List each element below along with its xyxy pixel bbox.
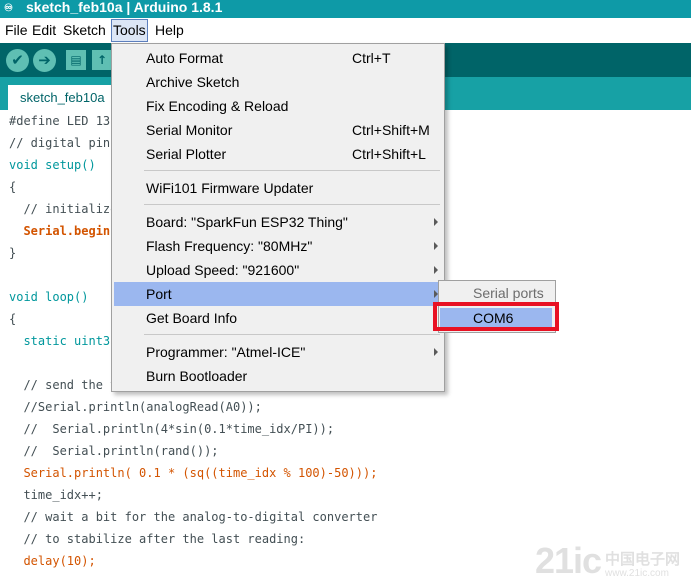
menu-item-flash-frequency[interactable]: Flash Frequency: "80MHz" [114, 234, 442, 258]
shortcut-label: Ctrl+Shift+L [352, 146, 426, 162]
serial-ports-header: Serial ports [473, 285, 544, 301]
title-bar: ♾ sketch_feb10a | Arduino 1.8.1 [0, 0, 691, 18]
code-line: // send the v [9, 378, 118, 392]
menu-item-archive-sketch[interactable]: Archive Sketch [114, 70, 442, 94]
submenu-arrow-icon [434, 242, 438, 250]
watermark-logo: 21ic 中国电子网 www.21ic.com [535, 540, 685, 585]
menu-separator [144, 170, 440, 171]
menu-item-fix-encoding[interactable]: Fix Encoding & Reload [114, 94, 442, 118]
menu-item-burn-bootloader[interactable]: Burn Bootloader [114, 364, 442, 388]
arrow-up-icon: ↑ [96, 53, 108, 67]
menu-item-wifi101-updater[interactable]: WiFi101 Firmware Updater [114, 176, 442, 200]
menu-item-programmer[interactable]: Programmer: "Atmel-ICE" [114, 340, 442, 364]
menu-separator [144, 204, 440, 205]
menu-sketch[interactable]: Sketch [63, 22, 106, 38]
menu-item-serial-monitor[interactable]: Serial Monitor Ctrl+Shift+M [114, 118, 442, 142]
menu-item-upload-speed[interactable]: Upload Speed: "921600" [114, 258, 442, 282]
watermark-big-text: 21ic [535, 540, 602, 581]
menu-edit[interactable]: Edit [32, 22, 56, 38]
tab-sketch[interactable]: sketch_feb10a [8, 85, 112, 110]
upload-button[interactable]: ➔ [33, 49, 56, 72]
submenu-arrow-icon [434, 266, 438, 274]
watermark-url: www.21ic.com [605, 568, 669, 579]
menu-item-port[interactable]: Port [114, 282, 442, 306]
submenu-arrow-icon [434, 218, 438, 226]
code-line: // wait a bit for the analog-to-digital … [9, 510, 378, 524]
shortcut-label: Ctrl+T [352, 50, 391, 66]
code-line: Serial.begin [9, 224, 111, 238]
tools-dropdown-menu: Auto Format Ctrl+T Archive Sketch Fix En… [111, 43, 445, 392]
annotation-highlight-box [433, 302, 559, 331]
menu-item-board[interactable]: Board: "SparkFun ESP32 Thing" [114, 210, 442, 234]
code-line: //Serial.println(analogRead(A0)); [9, 400, 262, 414]
menu-separator [144, 334, 440, 335]
new-sketch-button[interactable]: ▤ [66, 50, 86, 70]
arrow-right-icon: ➔ [38, 51, 51, 69]
code-line: // Serial.println(rand()); [9, 444, 219, 458]
shortcut-label: Ctrl+Shift+M [352, 122, 430, 138]
arduino-logo-icon: ♾ [4, 3, 13, 14]
menu-tools[interactable]: Tools [111, 19, 148, 42]
check-icon: ✔ [11, 51, 24, 69]
window-title: sketch_feb10a | Arduino 1.8.1 [26, 0, 223, 15]
code-line: { [9, 180, 17, 194]
code-line: } [9, 246, 17, 260]
submenu-arrow-icon [434, 348, 438, 356]
menu-bar: File Edit Sketch Tools Help [0, 18, 691, 43]
code-line: static uint32 [9, 334, 118, 348]
code-line: // digital pin [9, 136, 111, 150]
code-line: Serial.println( 0.1 * (sq((time_idx % 10… [9, 466, 378, 480]
code-line: void loop() [9, 290, 89, 304]
open-sketch-button[interactable]: ↑ [92, 50, 112, 70]
code-line: { [9, 312, 17, 326]
code-line: void setup() [9, 158, 96, 172]
code-line: // to stabilize after the last reading: [9, 532, 306, 546]
menu-item-auto-format[interactable]: Auto Format Ctrl+T [114, 46, 442, 70]
code-line: // Serial.println(4*sin(0.1*time_idx/PI)… [9, 422, 335, 436]
menu-file[interactable]: File [5, 22, 28, 38]
menu-help[interactable]: Help [155, 22, 184, 38]
watermark-site-name: 中国电子网 [605, 551, 681, 568]
code-line: delay(10); [9, 554, 96, 568]
code-line: time_idx++; [9, 488, 103, 502]
code-line: // initialize [9, 202, 118, 216]
verify-button[interactable]: ✔ [6, 49, 29, 72]
file-icon: ▤ [70, 53, 82, 67]
code-line: #define LED 13 [9, 114, 111, 128]
menu-item-get-board-info[interactable]: Get Board Info [114, 306, 442, 330]
menu-item-serial-plotter[interactable]: Serial Plotter Ctrl+Shift+L [114, 142, 442, 166]
